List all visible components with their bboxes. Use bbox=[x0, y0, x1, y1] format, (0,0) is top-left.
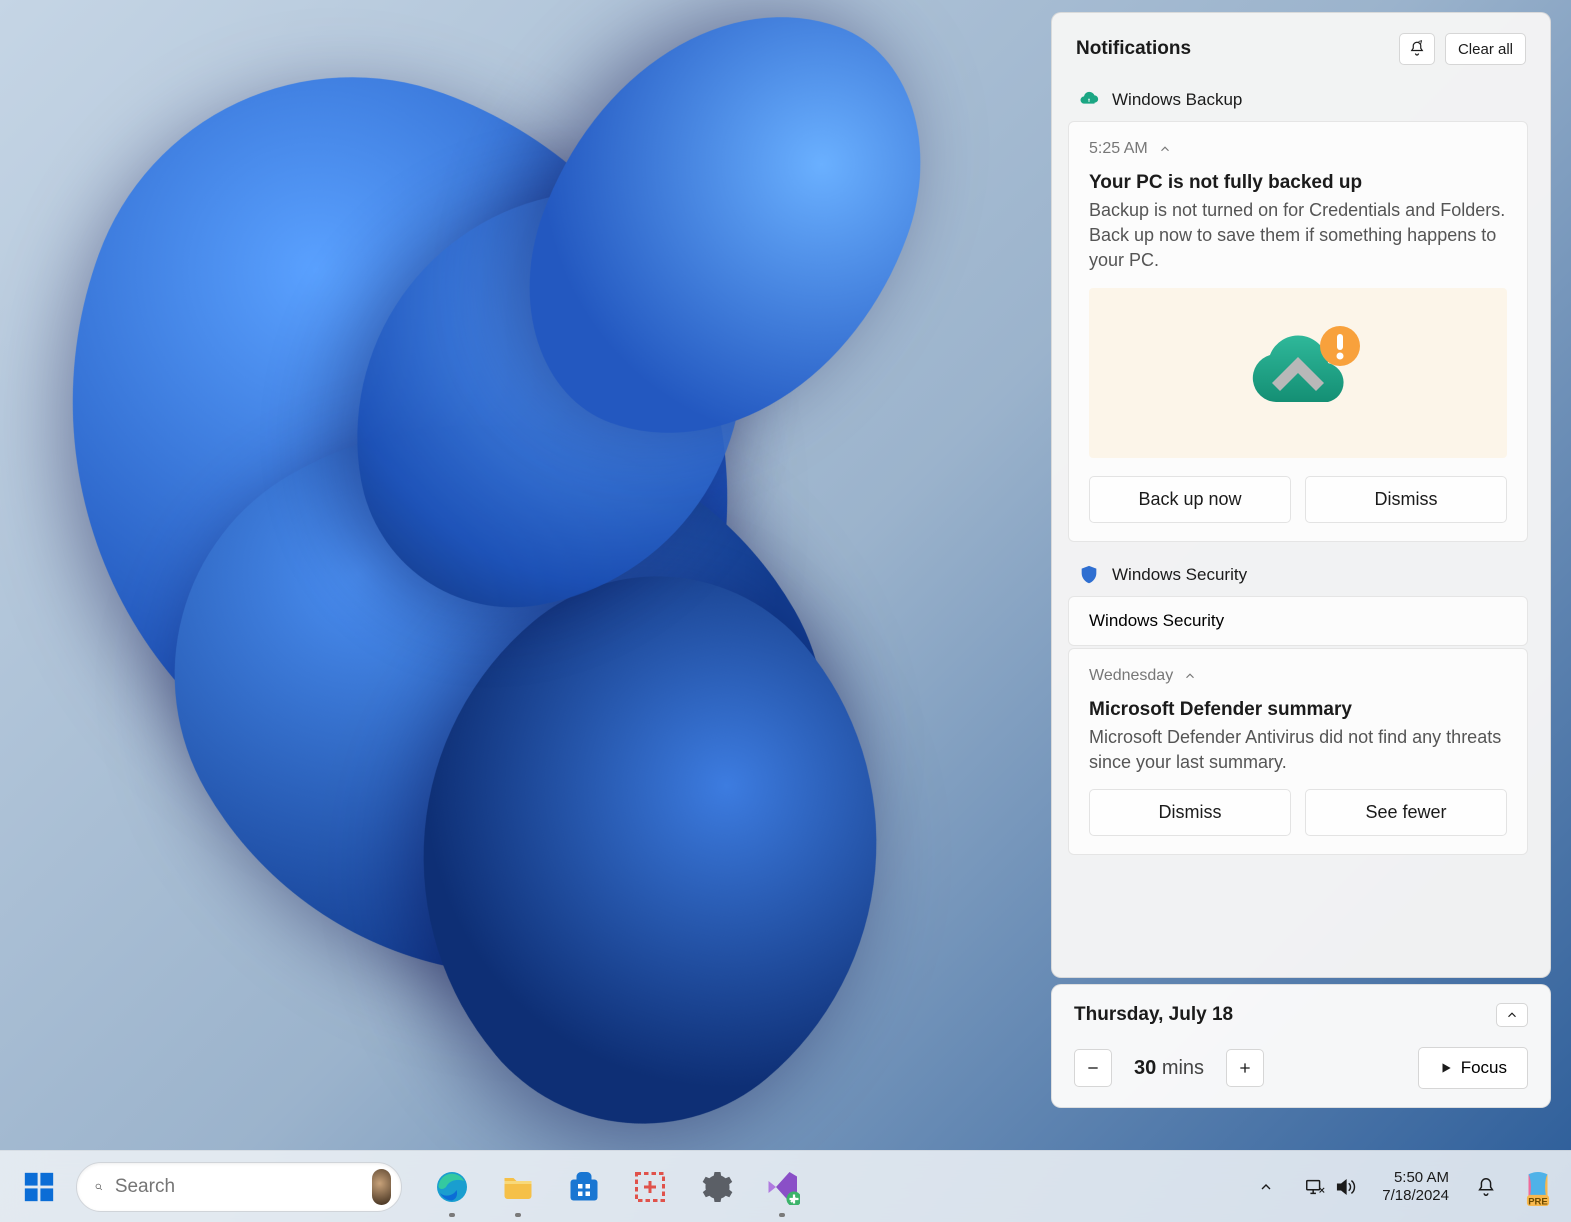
shield-icon bbox=[1078, 564, 1100, 586]
increase-focus-button[interactable] bbox=[1226, 1049, 1264, 1087]
notification-title: Your PC is not fully backed up bbox=[1089, 172, 1507, 194]
tray-overflow-button[interactable] bbox=[1248, 1173, 1284, 1201]
gear-icon bbox=[698, 1169, 734, 1205]
clock-date: 7/18/2024 bbox=[1382, 1187, 1449, 1205]
notification-app-name: Windows Security bbox=[1112, 565, 1247, 585]
notification-hero-image bbox=[1089, 288, 1507, 458]
folder-icon bbox=[500, 1169, 536, 1205]
notification-timestamp: Wednesday bbox=[1089, 667, 1173, 685]
notification-body: Backup is not turned on for Credentials … bbox=[1089, 198, 1507, 274]
windows-logo-icon bbox=[22, 1170, 56, 1204]
back-up-now-button[interactable]: Back up now bbox=[1089, 476, 1291, 523]
volume-icon bbox=[1334, 1176, 1356, 1198]
clock-time: 5:50 AM bbox=[1382, 1169, 1449, 1187]
plus-icon bbox=[1237, 1060, 1253, 1076]
copilot-preview-button[interactable]: PRE bbox=[1517, 1166, 1559, 1208]
notification-center: Notifications Clear all Windows Backup bbox=[1051, 12, 1551, 978]
snipping-tool-icon bbox=[632, 1169, 668, 1205]
start-focus-button[interactable]: Focus bbox=[1418, 1047, 1528, 1089]
clear-all-button[interactable]: Clear all bbox=[1445, 33, 1526, 65]
quick-settings-button[interactable] bbox=[1294, 1170, 1366, 1204]
taskbar-app-file-explorer[interactable] bbox=[492, 1161, 544, 1213]
focus-duration-stepper: 30 mins bbox=[1074, 1049, 1264, 1087]
cloud-backup-icon bbox=[1078, 89, 1100, 111]
calendar-date[interactable]: Thursday, July 18 bbox=[1074, 1004, 1233, 1026]
chevron-up-icon bbox=[1158, 142, 1172, 156]
edge-icon bbox=[434, 1169, 470, 1205]
collapse-calendar-button[interactable] bbox=[1496, 1003, 1528, 1027]
bell-snooze-icon bbox=[1408, 40, 1426, 58]
visual-studio-icon bbox=[764, 1169, 800, 1205]
taskbar-app-settings[interactable] bbox=[690, 1161, 742, 1213]
notification-body: Microsoft Defender Antivirus did not fin… bbox=[1089, 725, 1507, 775]
notification-subheading[interactable]: Windows Security bbox=[1068, 596, 1528, 646]
copilot-icon: PRE bbox=[1519, 1168, 1557, 1206]
taskbar-app-microsoft-store[interactable] bbox=[558, 1161, 610, 1213]
taskbar-app-visual-studio[interactable] bbox=[756, 1161, 808, 1213]
search-highlight-icon[interactable] bbox=[372, 1169, 391, 1205]
taskbar-search[interactable] bbox=[76, 1162, 402, 1212]
notification-timestamp: 5:25 AM bbox=[1089, 140, 1148, 158]
see-fewer-button[interactable]: See fewer bbox=[1305, 789, 1507, 836]
network-icon bbox=[1304, 1176, 1326, 1198]
do-not-disturb-button[interactable] bbox=[1399, 33, 1435, 65]
taskbar-app-snipping-tool[interactable] bbox=[624, 1161, 676, 1213]
play-icon bbox=[1439, 1061, 1453, 1075]
notification-card[interactable]: Wednesday Microsoft Defender summary Mic… bbox=[1068, 648, 1528, 855]
svg-text:PRE: PRE bbox=[1528, 1196, 1548, 1206]
notification-app-heading[interactable]: Windows Security bbox=[1068, 554, 1528, 596]
bell-icon bbox=[1475, 1176, 1497, 1198]
notification-list[interactable]: Windows Backup 5:25 AM Your PC is not fu… bbox=[1068, 79, 1534, 961]
notification-app-name: Windows Backup bbox=[1112, 90, 1242, 110]
chevron-up-icon bbox=[1258, 1179, 1274, 1195]
minus-icon bbox=[1085, 1060, 1101, 1076]
notification-app-heading[interactable]: Windows Backup bbox=[1068, 79, 1528, 121]
taskbar-clock[interactable]: 5:50 AM 7/18/2024 bbox=[1376, 1169, 1455, 1205]
notifications-button[interactable] bbox=[1465, 1170, 1507, 1204]
dismiss-button[interactable]: Dismiss bbox=[1305, 476, 1507, 523]
chevron-up-icon bbox=[1183, 669, 1197, 683]
calendar-focus-panel: Thursday, July 18 30 mins Focus bbox=[1051, 984, 1551, 1108]
dismiss-button[interactable]: Dismiss bbox=[1089, 789, 1291, 836]
taskbar-app-edge[interactable] bbox=[426, 1161, 478, 1213]
search-input[interactable] bbox=[115, 1176, 360, 1198]
notifications-title: Notifications bbox=[1076, 38, 1191, 60]
decrease-focus-button[interactable] bbox=[1074, 1049, 1112, 1087]
chevron-up-icon bbox=[1505, 1008, 1519, 1022]
notification-title: Microsoft Defender summary bbox=[1089, 699, 1507, 721]
search-icon bbox=[95, 1176, 103, 1198]
notification-group-security: Windows Security Windows Security Wednes… bbox=[1068, 554, 1528, 855]
focus-duration-value: 30 mins bbox=[1134, 1057, 1204, 1080]
notification-group-backup: Windows Backup 5:25 AM Your PC is not fu… bbox=[1068, 79, 1528, 542]
start-button[interactable] bbox=[12, 1160, 66, 1214]
store-icon bbox=[566, 1169, 602, 1205]
taskbar: 5:50 AM 7/18/2024 PRE bbox=[0, 1150, 1571, 1222]
notification-card[interactable]: 5:25 AM Your PC is not fully backed up B… bbox=[1068, 121, 1528, 542]
